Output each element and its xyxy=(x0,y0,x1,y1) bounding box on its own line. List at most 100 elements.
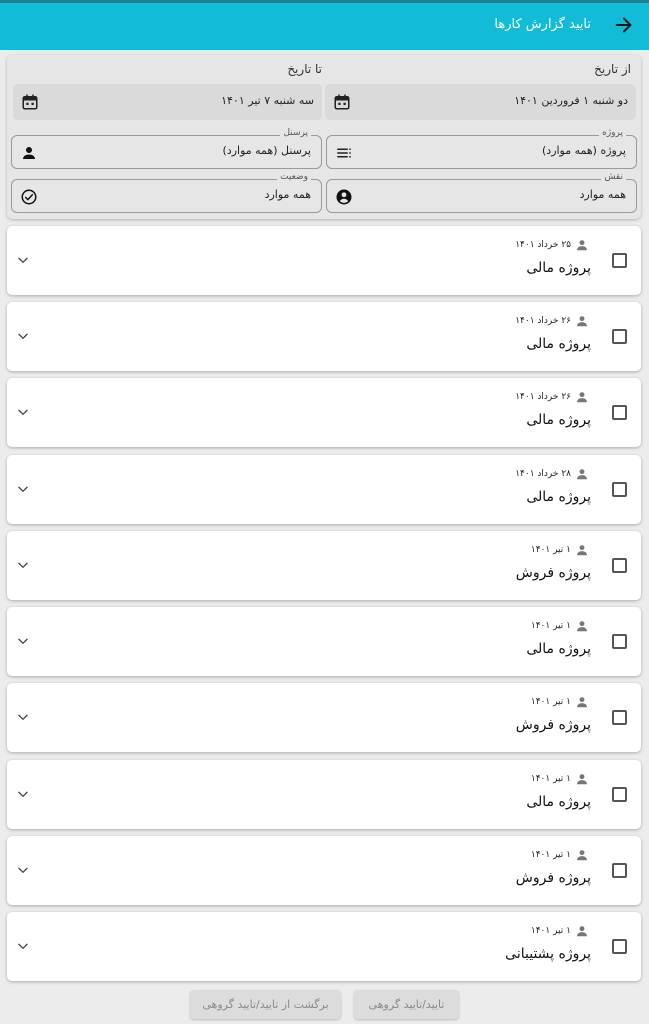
person-icon xyxy=(577,774,587,785)
list-icon xyxy=(337,148,351,158)
report-date: ۱ تیر ۱۴۰۱ xyxy=(530,774,571,784)
person-icon xyxy=(577,240,587,251)
chevron-down-icon[interactable] xyxy=(16,939,30,953)
report-meta: ۱ تیر ۱۴۰۱ xyxy=(531,771,589,787)
select-checkbox[interactable] xyxy=(612,939,627,954)
report-project: پروژه مالی xyxy=(526,794,591,810)
report-meta: ۱ تیر ۱۴۰۱ xyxy=(531,847,589,863)
report-card[interactable]: ۲۵ خرداد ۱۴۰۱ پروژه مالی xyxy=(7,226,641,295)
report-project: پروژه مالی xyxy=(526,489,591,505)
role-select[interactable]: نقش همه موارد xyxy=(326,172,637,213)
app-bar: تایید گزارش کارها xyxy=(0,3,649,50)
report-date: ۲۵ خرداد ۱۴۰۱ xyxy=(515,240,571,250)
status-label: وضعیت xyxy=(277,172,311,182)
report-date: ۲۶ خرداد ۱۴۰۱ xyxy=(515,316,571,326)
select-checkbox[interactable] xyxy=(612,710,627,725)
report-project: پروژه فروش xyxy=(515,717,591,733)
calendar-icon xyxy=(22,94,38,110)
report-card[interactable]: ۱ تیر ۱۴۰۱ پروژه مالی xyxy=(7,607,641,676)
report-project: پروژه فروش xyxy=(515,565,591,581)
to-date-label: تا تاریخ xyxy=(287,62,322,76)
chevron-down-icon[interactable] xyxy=(16,634,30,648)
person-icon xyxy=(577,469,587,480)
person-icon xyxy=(577,545,587,556)
report-project: پروژه فروش xyxy=(515,870,591,886)
select-checkbox[interactable] xyxy=(612,253,627,268)
report-meta: ۲۶ خرداد ۱۴۰۱ xyxy=(515,313,589,329)
chevron-down-icon[interactable] xyxy=(16,787,30,801)
report-meta: ۱ تیر ۱۴۰۱ xyxy=(531,694,589,710)
report-date: ۱ تیر ۱۴۰۱ xyxy=(530,850,571,860)
status-value: همه موارد xyxy=(264,188,311,201)
chevron-down-icon[interactable] xyxy=(16,863,30,877)
arrow-forward-icon[interactable] xyxy=(613,14,635,36)
person-icon xyxy=(23,147,35,159)
report-date: ۱ تیر ۱۴۰۱ xyxy=(530,697,571,707)
person-icon xyxy=(577,697,587,708)
personnel-value: پرسنل (همه موارد) xyxy=(222,144,311,157)
chevron-down-icon[interactable] xyxy=(16,253,30,267)
from-date-label: از تاریخ xyxy=(594,62,631,76)
report-project: پروژه مالی xyxy=(526,412,591,428)
report-meta: ۱ تیر ۱۴۰۱ xyxy=(531,923,589,939)
report-project: پروژه مالی xyxy=(526,641,591,657)
chevron-down-icon[interactable] xyxy=(16,482,30,496)
calendar-icon xyxy=(334,94,350,110)
report-meta: ۲۸ خرداد ۱۴۰۱ xyxy=(515,466,589,482)
to-date-value: سه شنبه ۷ تیر ۱۴۰۱ xyxy=(221,94,314,107)
select-checkbox[interactable] xyxy=(612,405,627,420)
filter-panel: از تاریخ تا تاریخ دو شنبه ۱ فروردین ۱۴۰۱… xyxy=(7,55,641,219)
report-date: ۱ تیر ۱۴۰۱ xyxy=(530,545,571,555)
personnel-select[interactable]: پرسنل پرسنل (همه موارد) xyxy=(11,128,322,169)
account-circle-icon xyxy=(336,189,352,205)
person-icon xyxy=(577,621,587,632)
project-value: پروژه (همه موارد) xyxy=(542,144,626,157)
select-checkbox[interactable] xyxy=(612,482,627,497)
from-date-value: دو شنبه ۱ فروردین ۱۴۰۱ xyxy=(514,94,628,107)
report-card[interactable]: ۲۸ خرداد ۱۴۰۱ پروژه مالی xyxy=(7,455,641,524)
report-card[interactable]: ۱ تیر ۱۴۰۱ پروژه پشتیبانی xyxy=(7,912,641,981)
report-project: پروژه مالی xyxy=(526,260,591,276)
chevron-down-icon[interactable] xyxy=(16,558,30,572)
report-card[interactable]: ۲۶ خرداد ۱۴۰۱ پروژه مالی xyxy=(7,378,641,447)
person-icon xyxy=(577,850,587,861)
select-checkbox[interactable] xyxy=(612,558,627,573)
report-meta: ۱ تیر ۱۴۰۱ xyxy=(531,542,589,558)
report-date: ۲۶ خرداد ۱۴۰۱ xyxy=(515,392,571,402)
report-project: پروژه مالی xyxy=(526,336,591,352)
report-meta: ۲۵ خرداد ۱۴۰۱ xyxy=(515,237,589,253)
role-value: همه موارد xyxy=(579,188,626,201)
report-date: ۲۸ خرداد ۱۴۰۱ xyxy=(515,469,571,479)
report-date: ۱ تیر ۱۴۰۱ xyxy=(530,926,571,936)
approve-group-button[interactable]: تایید/تایید گروهی xyxy=(354,990,459,1019)
report-card[interactable]: ۱ تیر ۱۴۰۱ پروژه مالی xyxy=(7,760,641,829)
bottom-action-bar: تایید/تایید گروهی برگشت از تایید/تایید گ… xyxy=(0,986,649,1024)
select-checkbox[interactable] xyxy=(612,787,627,802)
report-meta: ۱ تیر ۱۴۰۱ xyxy=(531,618,589,634)
report-project: پروژه پشتیبانی xyxy=(505,946,591,962)
chevron-down-icon[interactable] xyxy=(16,405,30,419)
select-checkbox[interactable] xyxy=(612,329,627,344)
project-label: پروژه xyxy=(599,128,626,138)
check-circle-icon xyxy=(21,189,37,205)
report-card[interactable]: ۲۶ خرداد ۱۴۰۱ پروژه مالی xyxy=(7,302,641,371)
person-icon xyxy=(577,316,587,327)
to-date-field[interactable]: سه شنبه ۷ تیر ۱۴۰۱ xyxy=(13,84,322,120)
personnel-label: پرسنل xyxy=(280,128,311,138)
report-meta: ۲۶ خرداد ۱۴۰۱ xyxy=(515,389,589,405)
person-icon xyxy=(577,392,587,403)
page-title: تایید گزارش کارها xyxy=(494,17,591,32)
report-card[interactable]: ۱ تیر ۱۴۰۱ پروژه فروش xyxy=(7,683,641,752)
select-checkbox[interactable] xyxy=(612,863,627,878)
report-card[interactable]: ۱ تیر ۱۴۰۱ پروژه فروش xyxy=(7,836,641,905)
revert-group-button[interactable]: برگشت از تایید/تایید گروهی xyxy=(190,990,341,1019)
chevron-down-icon[interactable] xyxy=(16,710,30,724)
status-select[interactable]: وضعیت همه موارد xyxy=(11,172,322,213)
role-label: نقش xyxy=(601,172,626,182)
report-card[interactable]: ۱ تیر ۱۴۰۱ پروژه فروش xyxy=(7,531,641,600)
select-checkbox[interactable] xyxy=(612,634,627,649)
project-select[interactable]: پروژه پروژه (همه موارد) xyxy=(326,128,637,169)
from-date-field[interactable]: دو شنبه ۱ فروردین ۱۴۰۱ xyxy=(325,84,636,120)
chevron-down-icon[interactable] xyxy=(16,329,30,343)
person-icon xyxy=(577,926,587,937)
